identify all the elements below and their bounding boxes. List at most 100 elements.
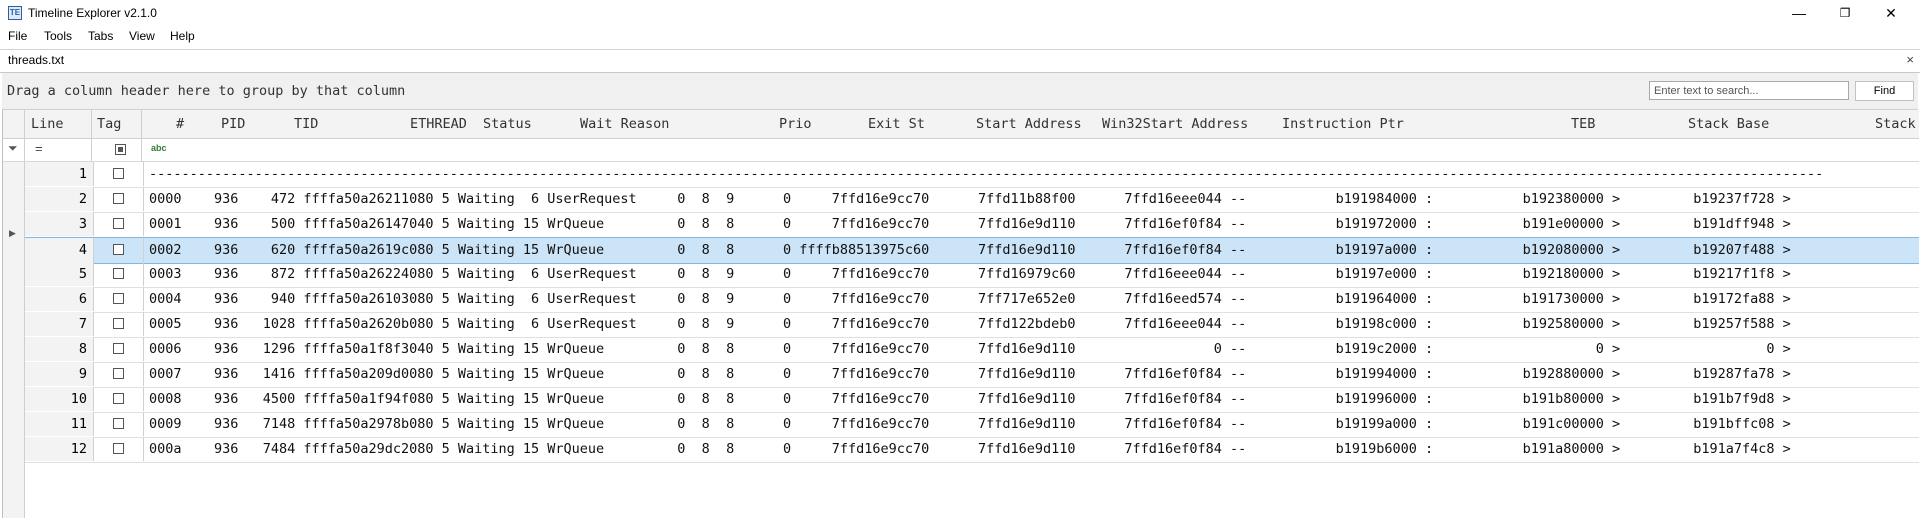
line-number: 2	[78, 191, 87, 207]
column-header-wait-reason[interactable]: Wait Reason	[580, 110, 669, 138]
line-cell: 6	[25, 287, 94, 311]
line-cell: 1	[25, 162, 94, 186]
line-cell: 11	[25, 412, 94, 436]
column-header-tid[interactable]: TID	[294, 110, 318, 138]
tag-cell	[93, 262, 144, 286]
tag-checkbox[interactable]	[113, 168, 124, 179]
tag-checkbox[interactable]	[113, 268, 124, 279]
tag-cell	[93, 238, 144, 262]
menu-tabs[interactable]: Tabs	[88, 29, 113, 43]
row-text: ----------------------------------------…	[149, 166, 1824, 182]
line-number: 10	[70, 391, 87, 407]
close-tab-icon[interactable]: ×	[1906, 52, 1914, 67]
row-text: 0001 936 500 ffffa50a26147040 5 Waiting …	[149, 216, 1791, 232]
search-input[interactable]	[1649, 81, 1849, 100]
line-cell: 4	[25, 238, 94, 262]
tag-checkbox[interactable]	[113, 318, 124, 329]
tag-checkbox[interactable]	[113, 193, 124, 204]
column-header-win32-start-address[interactable]: Win32Start Address	[1102, 110, 1248, 138]
tag-cell	[93, 187, 144, 211]
table-row[interactable]: 6 0004 936 940 ffffa50a26103080 5 Waitin…	[25, 287, 1919, 313]
group-panel[interactable]: Drag a column header here to group by th…	[2, 73, 1918, 110]
menu-view[interactable]: View	[129, 29, 155, 43]
tag-cell	[93, 437, 144, 461]
table-row-selected[interactable]: 4 0002 936 620 ffffa50a2619c080 5 Waitin…	[25, 237, 1919, 264]
line-number: 5	[78, 266, 87, 282]
row-text: 0009 936 7148 ffffa50a2978b080 5 Waiting…	[149, 416, 1791, 432]
tag-checkbox[interactable]	[113, 443, 124, 454]
tag-cell	[93, 212, 144, 236]
table-row[interactable]: 10 0008 936 4500 ffffa50a1f94f080 5 Wait…	[25, 387, 1919, 413]
table-row[interactable]: 2 0000 936 472 ffffa50a26211080 5 Waitin…	[25, 187, 1919, 213]
table-row[interactable]: 8 0006 936 1296 ffffa50a1f8f3040 5 Waiti…	[25, 337, 1919, 363]
tag-cell	[93, 412, 144, 436]
column-header-exit-status[interactable]: Exit St	[868, 110, 925, 138]
close-button[interactable]: ✕	[1868, 0, 1914, 26]
column-divider	[24, 139, 25, 161]
column-header-stack[interactable]: Stack	[1875, 110, 1916, 138]
table-row[interactable]: 11 0009 936 7148 ffffa50a2978b080 5 Wait…	[25, 412, 1919, 438]
column-header-start-address[interactable]: Start Address	[976, 110, 1082, 138]
column-header-row: Line Tag # PID TID ETHREAD Status Wait R…	[3, 110, 1919, 139]
column-divider	[141, 139, 142, 161]
column-header-line[interactable]: Line	[31, 110, 64, 138]
column-header-status[interactable]: Status	[483, 110, 532, 138]
menu-tools[interactable]: Tools	[44, 29, 72, 43]
tag-checkbox[interactable]	[113, 393, 124, 404]
title-bar: TE Timeline Explorer v2.1.0 — ❐ ✕	[0, 0, 1920, 26]
line-number: 6	[78, 291, 87, 307]
tag-filter-checkbox[interactable]	[115, 144, 126, 155]
minimize-button[interactable]: —	[1776, 0, 1822, 26]
table-row[interactable]: 1 --------------------------------------…	[25, 162, 1919, 188]
column-header-tag[interactable]: Tag	[97, 110, 121, 138]
table-row[interactable]: 3 0001 936 500 ffffa50a26147040 5 Waitin…	[25, 212, 1919, 238]
line-cell: 3	[25, 212, 94, 236]
current-row-indicator-icon: ▶	[9, 228, 16, 238]
tab-threads[interactable]: threads.txt	[2, 50, 71, 72]
column-header-prio[interactable]: Prio	[779, 110, 812, 138]
line-cell: 8	[25, 337, 94, 361]
app-icon: TE	[8, 6, 22, 20]
column-divider	[24, 110, 25, 138]
table-row[interactable]: 9 0007 936 1416 ffffa50a209d0080 5 Waiti…	[25, 362, 1919, 388]
column-header-pid[interactable]: PID	[221, 110, 245, 138]
column-header-number[interactable]: #	[176, 110, 184, 138]
row-text: 0004 936 940 ffffa50a26103080 5 Waiting …	[149, 291, 1791, 307]
row-text: 0002 936 620 ffffa50a2619c080 5 Waiting …	[149, 242, 1791, 258]
line-number: 9	[78, 366, 87, 382]
filter-icon[interactable]: ⏷	[8, 141, 18, 156]
tag-checkbox[interactable]	[113, 343, 124, 354]
text-filter-icon[interactable]: abc	[151, 143, 167, 153]
equals-filter-icon[interactable]: =	[35, 141, 43, 156]
window-title: Timeline Explorer v2.1.0	[28, 6, 157, 20]
line-number: 4	[78, 242, 87, 258]
table-row[interactable]: 12 000a 936 7484 ffffa50a29dc2080 5 Wait…	[25, 437, 1919, 463]
row-text: 000a 936 7484 ffffa50a29dc2080 5 Waiting…	[149, 441, 1791, 457]
tag-checkbox[interactable]	[113, 418, 124, 429]
menu-file[interactable]: File	[8, 29, 27, 43]
maximize-button[interactable]: ❐	[1822, 0, 1868, 26]
find-button[interactable]: Find	[1855, 81, 1914, 101]
tag-checkbox[interactable]	[113, 244, 124, 255]
tag-cell	[93, 387, 144, 411]
tag-checkbox[interactable]	[113, 368, 124, 379]
tag-checkbox[interactable]	[113, 293, 124, 304]
column-divider	[141, 110, 142, 138]
line-cell: 9	[25, 362, 94, 386]
line-number: 11	[70, 416, 87, 432]
column-divider	[91, 110, 92, 138]
line-number: 3	[78, 216, 87, 232]
column-header-instruction-ptr[interactable]: Instruction Ptr	[1282, 110, 1404, 138]
row-text: 0007 936 1416 ffffa50a209d0080 5 Waiting…	[149, 366, 1791, 382]
column-header-teb[interactable]: TEB	[1571, 110, 1595, 138]
line-cell: 10	[25, 387, 94, 411]
column-header-ethread[interactable]: ETHREAD	[410, 110, 467, 138]
tag-checkbox[interactable]	[113, 218, 124, 229]
column-header-stack-base[interactable]: Stack Base	[1688, 110, 1769, 138]
table-row[interactable]: 5 0003 936 872 ffffa50a26224080 5 Waitin…	[25, 262, 1919, 288]
menu-help[interactable]: Help	[170, 29, 195, 43]
row-text: 0006 936 1296 ffffa50a1f8f3040 5 Waiting…	[149, 341, 1791, 357]
row-text: 0003 936 872 ffffa50a26224080 5 Waiting …	[149, 266, 1791, 282]
line-cell: 7	[25, 312, 94, 336]
table-row[interactable]: 7 0005 936 1028 ffffa50a2620b080 5 Waiti…	[25, 312, 1919, 338]
